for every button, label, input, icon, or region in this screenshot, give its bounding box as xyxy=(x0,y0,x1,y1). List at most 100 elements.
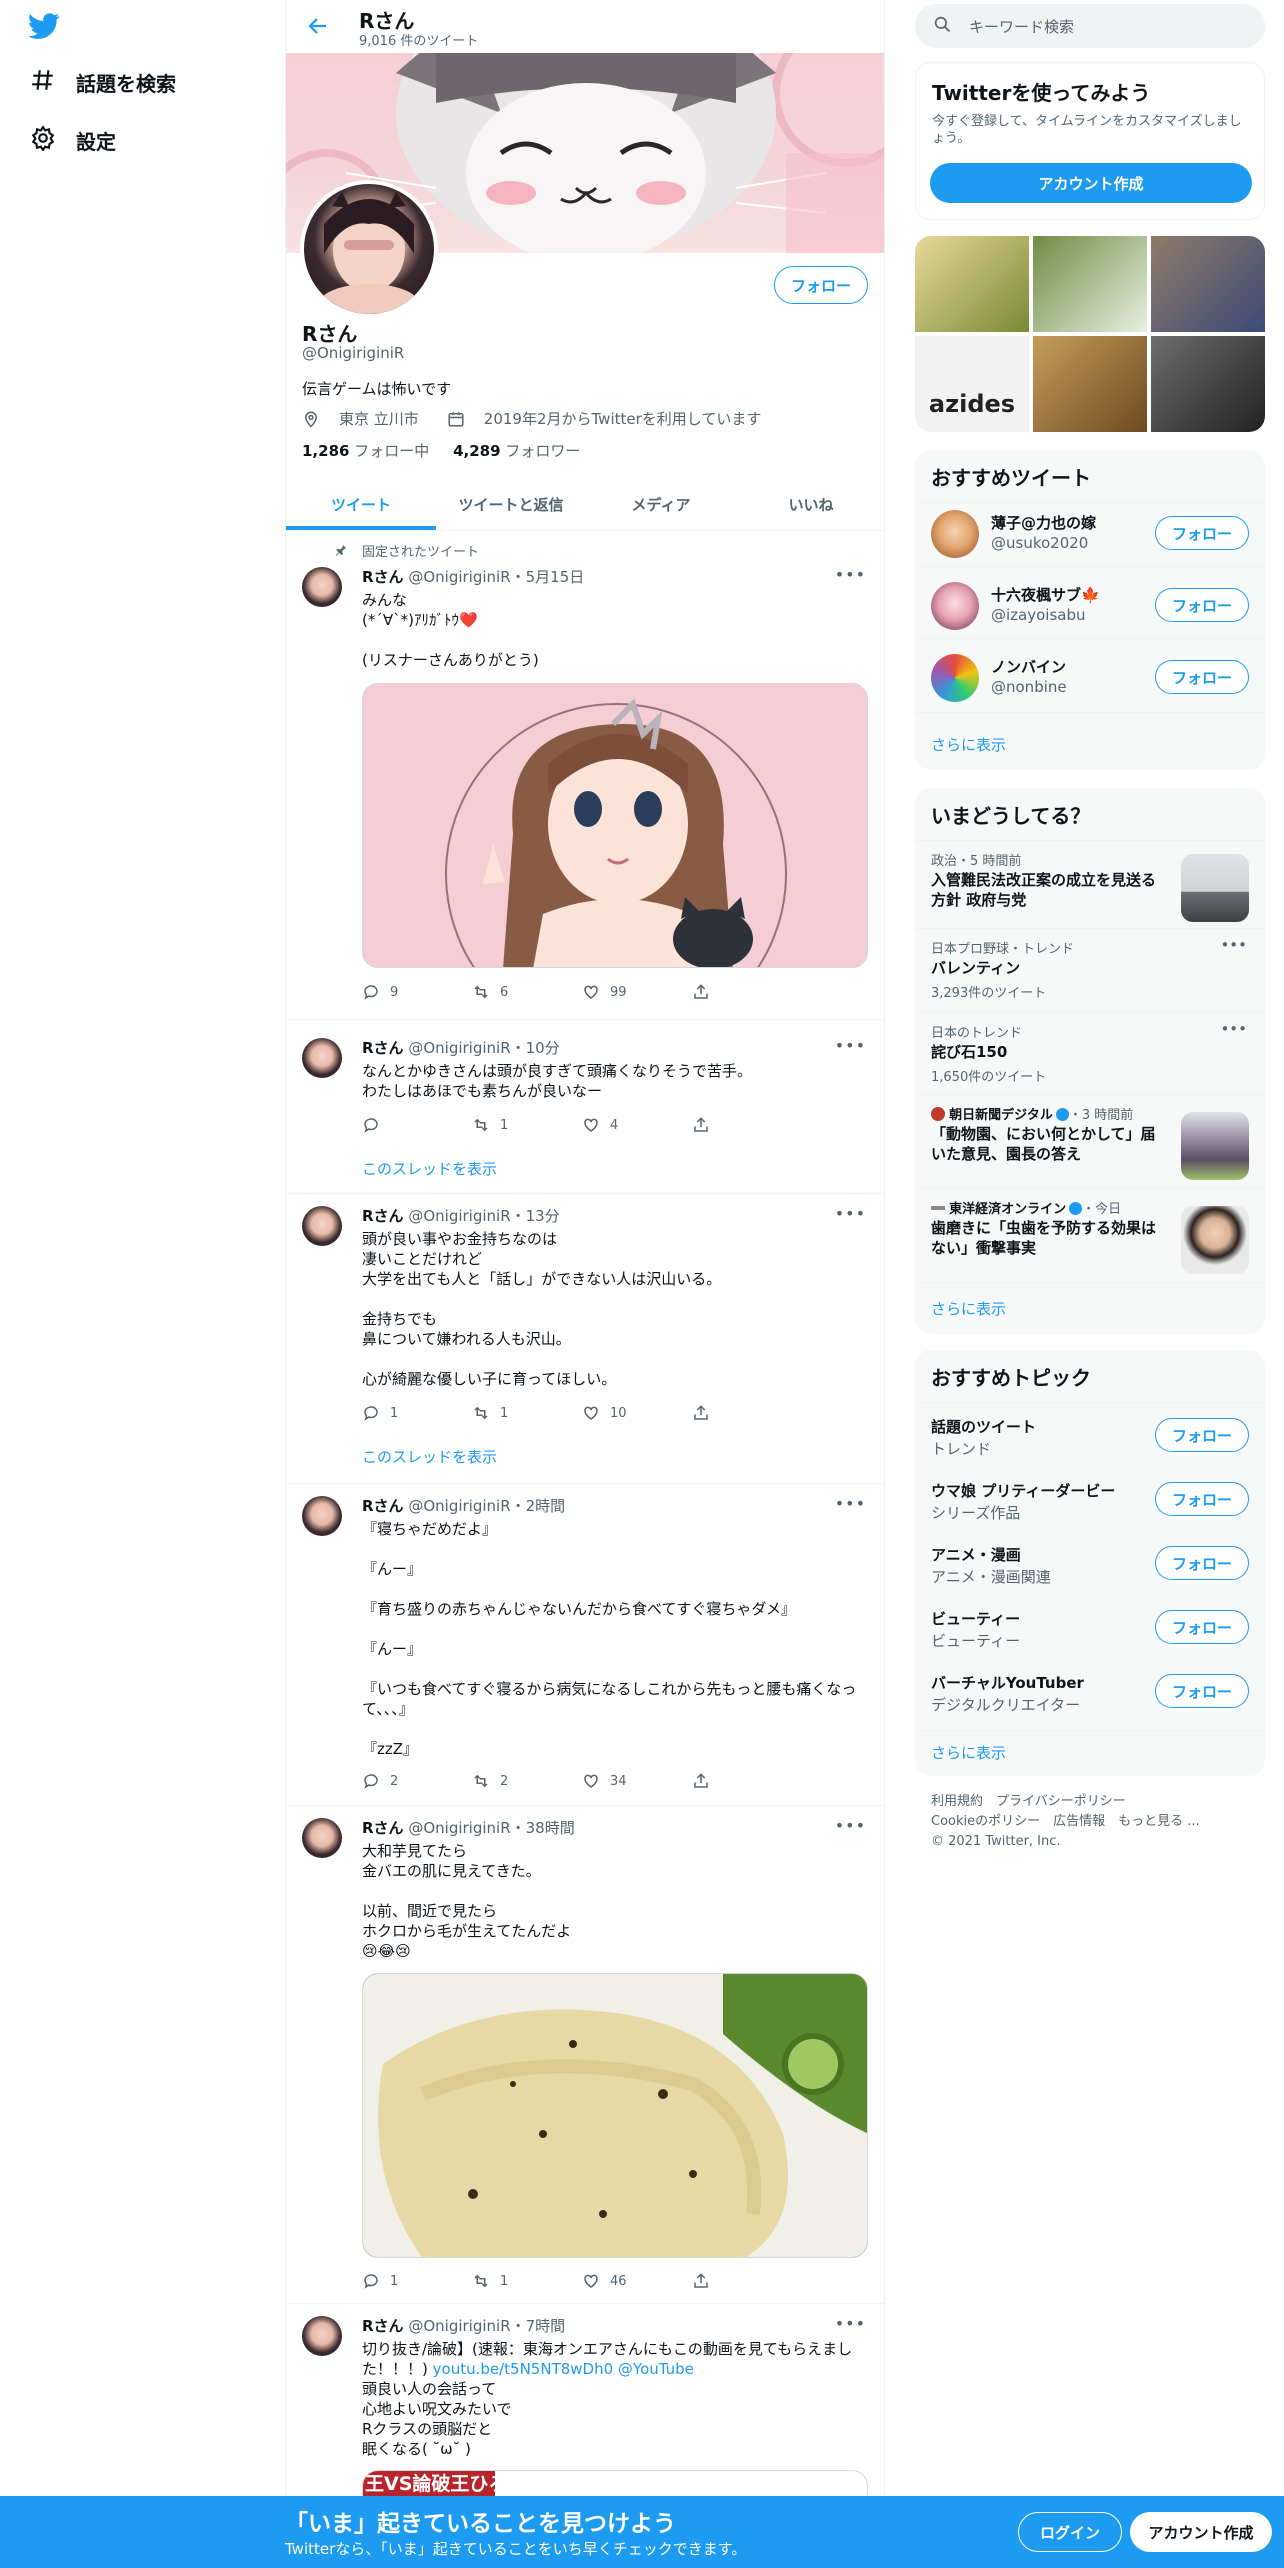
retweet-button[interactable]: 1 xyxy=(472,1404,582,1422)
account-avatar[interactable] xyxy=(931,654,979,702)
photo-thumbnail[interactable] xyxy=(1151,236,1265,332)
recommended-account[interactable]: ノンバイン @nonbine フォロー xyxy=(931,646,1249,710)
tab-tweets[interactable]: ツイート xyxy=(286,478,436,530)
more-icon[interactable]: ••• xyxy=(835,1816,866,1835)
tweet-author[interactable]: Rさん xyxy=(362,1207,404,1225)
tweet-author[interactable]: Rさん xyxy=(362,1819,404,1837)
like-button[interactable]: 99 xyxy=(582,983,692,1001)
create-account-button[interactable]: アカウント作成 xyxy=(930,163,1252,203)
tweet-author[interactable]: Rさん xyxy=(362,568,404,586)
share-button[interactable] xyxy=(692,983,802,1001)
tab-tweets-replies[interactable]: ツイートと返信 xyxy=(436,478,586,530)
tab-media[interactable]: メディア xyxy=(586,478,736,530)
retweet-button[interactable]: 6 xyxy=(472,983,582,1001)
photo-thumbnail[interactable] xyxy=(1151,336,1265,432)
share-button[interactable] xyxy=(692,1404,802,1422)
account-avatar[interactable] xyxy=(931,510,979,558)
tweet-author[interactable]: Rさん xyxy=(362,2317,404,2335)
tweet[interactable]: Rさん @OnigiriginiR・10分 ••• なんとかゆきさんは頭が良すぎ… xyxy=(286,1030,884,1194)
account-name[interactable]: 十六夜楓サブ🍁 xyxy=(991,584,1100,605)
account-name[interactable]: ノンバイン xyxy=(991,656,1066,677)
more-icon[interactable]: ••• xyxy=(835,1204,866,1223)
topic-item[interactable]: ビューティー ビューティー フォロー xyxy=(931,1604,1249,1664)
photo-thumbnail[interactable] xyxy=(1033,336,1147,432)
share-button[interactable] xyxy=(692,2272,802,2290)
tweet[interactable]: Rさん @OnigiriginiR・38時間 ••• 大和芋見てたら 金バエの肌… xyxy=(286,1806,884,2304)
share-button[interactable] xyxy=(692,1772,802,1790)
tab-likes[interactable]: いいね xyxy=(736,478,884,530)
retweet-button[interactable]: 1 xyxy=(472,1116,582,1134)
follow-button[interactable]: フォロー xyxy=(1155,1674,1249,1708)
tweet[interactable]: 固定されたツイート Rさん @OnigiriginiR・5月15日 ••• みん… xyxy=(286,531,884,1020)
reply-button[interactable]: 9 xyxy=(362,983,472,1001)
back-arrow-icon[interactable] xyxy=(306,14,330,38)
profile-follow-button[interactable]: フォロー xyxy=(774,266,868,304)
retweet-button[interactable]: 2 xyxy=(472,1772,582,1790)
twitter-bird-icon[interactable] xyxy=(28,10,68,50)
follow-button[interactable]: フォロー xyxy=(1155,1610,1249,1644)
trend-item[interactable]: 日本プロ野球・トレンド ••• バレンティン 3,293件のツイート xyxy=(915,928,1265,1010)
account-avatar[interactable] xyxy=(931,582,979,630)
photo-thumbnail[interactable] xyxy=(915,236,1029,332)
share-button[interactable] xyxy=(692,1116,802,1134)
show-thread-link[interactable]: このスレッドを表示 xyxy=(362,1446,497,1467)
search-input[interactable]: キーワード検索 xyxy=(915,4,1265,48)
account-name[interactable]: 薄子@力也の嫁 xyxy=(991,512,1096,533)
reply-button[interactable]: 1 xyxy=(362,1404,472,1422)
show-thread-link[interactable]: このスレッドを表示 xyxy=(362,1158,497,1179)
more-icon[interactable]: ••• xyxy=(1220,936,1247,954)
recommended-account[interactable]: 薄子@力也の嫁 @usuko2020 フォロー xyxy=(931,502,1249,566)
retweet-button[interactable]: 1 xyxy=(472,2272,582,2290)
more-icon[interactable]: ••• xyxy=(835,565,866,584)
show-more-link[interactable]: さらに表示 xyxy=(931,1742,1006,1763)
more-icon[interactable]: ••• xyxy=(835,1036,866,1055)
reply-button[interactable] xyxy=(362,1116,472,1134)
like-button[interactable]: 34 xyxy=(582,1772,692,1790)
reply-button[interactable]: 2 xyxy=(362,1772,472,1790)
follow-button[interactable]: フォロー xyxy=(1155,588,1249,622)
follow-button[interactable]: フォロー xyxy=(1155,1482,1249,1516)
show-more-link[interactable]: さらに表示 xyxy=(931,734,1006,755)
tweet-avatar[interactable] xyxy=(302,1038,342,1078)
photo-thumbnail[interactable]: azides xyxy=(915,336,1029,432)
footer-links[interactable]: 利用規約 プライバシーポリシー xyxy=(931,1792,1126,1812)
tweet[interactable]: Rさん @OnigiriginiR・2時間 ••• 『寝ちゃだめだよ』 『んー』… xyxy=(286,1484,884,1806)
tweet-media-image[interactable] xyxy=(362,683,868,968)
topic-item[interactable]: アニメ・漫画 アニメ・漫画関連 フォロー xyxy=(931,1540,1249,1600)
follow-button[interactable]: フォロー xyxy=(1155,1418,1249,1452)
tweet[interactable]: Rさん @OnigiriginiR・13分 ••• 頭が良い事やお金持ちなのは … xyxy=(286,1194,884,1484)
nav-explore[interactable]: 話題を検索 xyxy=(30,58,176,106)
tweet-media-image[interactable] xyxy=(362,1973,868,2258)
follow-button[interactable]: フォロー xyxy=(1155,1546,1249,1580)
tweet-avatar[interactable] xyxy=(302,1818,342,1858)
tweet-author[interactable]: Rさん xyxy=(362,1039,404,1057)
followers-link[interactable]: 4,289 フォロワー xyxy=(453,442,580,460)
footer-links[interactable]: Cookieのポリシー 広告情報 もっと見る ... xyxy=(931,1812,1200,1832)
profile-avatar[interactable] xyxy=(300,180,438,318)
tweet-avatar[interactable] xyxy=(302,2316,342,2356)
like-button[interactable]: 4 xyxy=(582,1116,692,1134)
tweet-avatar[interactable] xyxy=(302,567,342,607)
reply-button[interactable]: 1 xyxy=(362,2272,472,2290)
follow-button[interactable]: フォロー xyxy=(1155,516,1249,550)
trend-item[interactable]: 政治・5 時間前 入管難民法改正案の成立を見送る方針 政府与党 xyxy=(915,840,1265,940)
nav-settings[interactable]: 設定 xyxy=(30,116,116,164)
topic-item[interactable]: バーチャルYouTuber デジタルクリエイター フォロー xyxy=(931,1668,1249,1728)
more-icon[interactable]: ••• xyxy=(835,2314,866,2333)
photo-thumbnail[interactable] xyxy=(1033,236,1147,332)
topic-item[interactable]: ウマ娘 プリティーダービー シリーズ作品 フォロー xyxy=(931,1476,1249,1536)
tweet-link[interactable]: youtu.be/t5N5NT8wDh0 @YouTube xyxy=(433,2360,694,2378)
signup-button[interactable]: アカウント作成 xyxy=(1130,2512,1272,2552)
follow-button[interactable]: フォロー xyxy=(1155,660,1249,694)
trend-item[interactable]: 東洋経済オンライン ・今日 歯磨きに「虫歯を予防する効果はない」衝撃事実 xyxy=(915,1188,1265,1284)
login-button[interactable]: ログイン xyxy=(1018,2512,1122,2552)
like-button[interactable]: 46 xyxy=(582,2272,692,2290)
trend-item[interactable]: 朝日新聞デジタル ・3 時間前 「動物園、におい何とかして」届いた意見、園長の答え xyxy=(915,1094,1265,1190)
tweet-avatar[interactable] xyxy=(302,1496,342,1536)
show-more-link[interactable]: さらに表示 xyxy=(931,1298,1006,1319)
trend-item[interactable]: 日本のトレンド ••• 詫び石150 1,650件のツイート xyxy=(915,1012,1265,1094)
recommended-account[interactable]: 十六夜楓サブ🍁 @izayoisabu フォロー xyxy=(931,574,1249,638)
more-icon[interactable]: ••• xyxy=(1220,1020,1247,1038)
tweet-author[interactable]: Rさん xyxy=(362,1497,404,1515)
topic-item[interactable]: 話題のツイート トレンド フォロー xyxy=(931,1412,1249,1472)
